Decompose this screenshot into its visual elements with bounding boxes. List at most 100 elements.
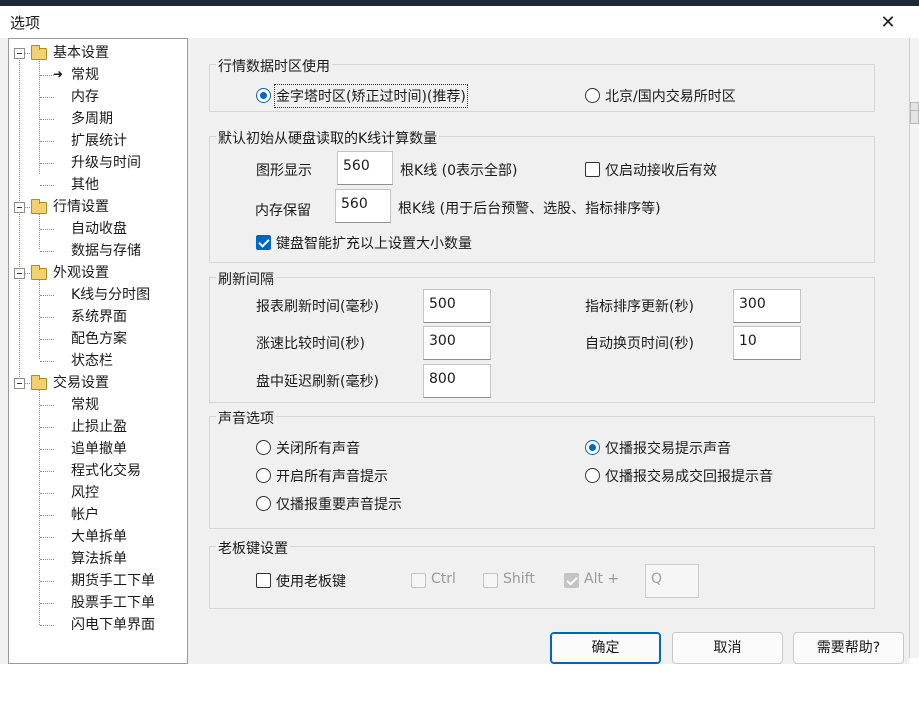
options-tree[interactable]: 基本设置 ➜ 常规 内存 多周期 扩展统计 升级与时间 其他 行情设置 自动收盘… <box>8 38 188 664</box>
tree-group-label: 行情设置 <box>53 199 109 215</box>
tree-item-chase-cancel[interactable]: 追单撤单 <box>71 438 127 460</box>
display-count-suffix: 根K线 (0表示全部) <box>400 163 518 179</box>
tree-group-trading[interactable]: 交易设置 <box>9 372 187 394</box>
tree-connector <box>40 97 54 98</box>
tree-item-stop-loss[interactable]: 止损止盈 <box>71 416 127 438</box>
timezone-beijing-label[interactable]: 北京/国内交易所时区 <box>605 86 736 106</box>
tree-connector <box>25 207 30 208</box>
tree-connector <box>40 361 54 362</box>
alt-checkbox[interactable] <box>564 573 579 588</box>
sound-off-all-label[interactable]: 关闭所有声音 <box>276 438 360 458</box>
tree-connector <box>40 405 54 406</box>
tree-item-upgrade-time[interactable]: 升级与时间 <box>71 152 141 174</box>
speed-compare-input[interactable]: 300 <box>423 326 491 360</box>
tree-connector <box>40 427 54 428</box>
report-refresh-input[interactable]: 500 <box>423 289 491 323</box>
sound-trade-only-label[interactable]: 仅播报交易提示声音 <box>605 438 731 458</box>
sound-trade-only-radio[interactable] <box>585 440 600 455</box>
tree-item-memory[interactable]: 内存 <box>71 86 99 108</box>
auto-expand-label[interactable]: 键盘智能扩充以上设置大小数量 <box>276 233 472 253</box>
tree-item-multi-period[interactable]: 多周期 <box>71 108 113 130</box>
tree-item-stock-manual[interactable]: 股票手工下单 <box>71 592 155 614</box>
tree-item-general[interactable]: 常规 <box>71 64 99 86</box>
tree-item-lightning-order[interactable]: 闪电下单界面 <box>71 614 155 636</box>
shift-checkbox[interactable] <box>483 573 498 588</box>
tree-group-basic[interactable]: 基本设置 <box>9 42 187 64</box>
boss-key-label[interactable]: 使用老板键 <box>276 571 346 591</box>
tree-connector <box>40 185 54 186</box>
tree-group-label: 外观设置 <box>53 265 109 281</box>
tree-connector <box>40 603 54 604</box>
timezone-pyramid-label[interactable]: 金字塔时区(矫正过时间)(推荐) <box>274 84 468 108</box>
tree-item-kline-chart[interactable]: K线与分时图 <box>71 284 150 306</box>
sound-on-all-label[interactable]: 开启所有声音提示 <box>276 466 388 486</box>
tree-item-data-storage[interactable]: 数据与存储 <box>71 240 141 262</box>
auto-page-label: 自动换页时间(秒) <box>585 336 694 352</box>
auto-page-input[interactable]: 10 <box>733 326 801 360</box>
tree-connector <box>40 229 54 230</box>
tree-item-risk-control[interactable]: 风控 <box>71 482 99 504</box>
display-count-input[interactable]: 560 <box>337 151 393 185</box>
memory-count-input[interactable]: 560 <box>335 189 391 223</box>
timezone-pyramid-radio[interactable] <box>256 88 271 103</box>
tree-group-market[interactable]: 行情设置 <box>9 196 187 218</box>
indicator-sort-input[interactable]: 300 <box>733 289 801 323</box>
sound-trade-fill-radio[interactable] <box>585 468 600 483</box>
timezone-group-title: 行情数据时区使用 <box>216 56 332 76</box>
tree-connector <box>40 339 54 340</box>
tree-connector <box>40 317 54 318</box>
tree-group-label: 交易设置 <box>53 375 109 391</box>
delay-refresh-input[interactable]: 800 <box>423 364 491 398</box>
tree-group-appearance[interactable]: 外观设置 <box>9 262 187 284</box>
boss-key-group-title: 老板键设置 <box>216 538 290 558</box>
ctrl-label[interactable]: Ctrl <box>431 571 456 587</box>
collapse-icon[interactable] <box>14 48 25 59</box>
settings-panel: 行情数据时区使用 金字塔时区(矫正过时间)(推荐) 北京/国内交易所时区 默认初… <box>189 38 909 664</box>
tree-item-auto-close[interactable]: 自动收盘 <box>71 218 127 240</box>
tree-item-extended-stats[interactable]: 扩展统计 <box>71 130 127 152</box>
boss-key-input[interactable]: Q <box>645 564 699 598</box>
tree-item-futures-manual[interactable]: 期货手工下单 <box>71 570 155 592</box>
ok-button[interactable]: 确定 <box>550 632 661 664</box>
tree-connector <box>25 383 30 384</box>
tree-item-trade-general[interactable]: 常规 <box>71 394 99 416</box>
sound-off-all-radio[interactable] <box>256 440 271 455</box>
tree-item-programmatic[interactable]: 程式化交易 <box>71 460 141 482</box>
tree-connector <box>40 119 54 120</box>
close-icon[interactable]: ✕ <box>879 12 897 33</box>
startup-only-label[interactable]: 仅启动接收后有效 <box>605 160 717 180</box>
tree-connector <box>40 581 54 582</box>
tree-item-status-bar[interactable]: 状态栏 <box>71 350 113 372</box>
sound-trade-fill-label[interactable]: 仅播报交易成交回报提示音 <box>605 466 773 486</box>
tree-item-color-scheme[interactable]: 配色方案 <box>71 328 127 350</box>
tree-connector <box>39 389 40 625</box>
startup-only-checkbox[interactable] <box>585 162 600 177</box>
sound-on-all-radio[interactable] <box>256 468 271 483</box>
indicator-sort-label: 指标排序更新(秒) <box>585 299 694 315</box>
tree-connector <box>40 251 54 252</box>
help-button[interactable]: 需要帮助? <box>793 632 904 664</box>
tree-connector <box>40 537 54 538</box>
sound-important-radio[interactable] <box>256 496 271 511</box>
tree-item-other[interactable]: 其他 <box>71 174 99 196</box>
auto-expand-checkbox[interactable] <box>256 235 271 250</box>
tree-item-system-ui[interactable]: 系统界面 <box>71 306 127 328</box>
cancel-button[interactable]: 取消 <box>672 632 783 664</box>
alt-label[interactable]: Alt + <box>584 571 619 587</box>
shift-label[interactable]: Shift <box>503 571 535 587</box>
collapse-icon[interactable] <box>14 268 25 279</box>
kline-group-title: 默认初始从硬盘读取的K线计算数量 <box>216 128 440 148</box>
sound-important-label[interactable]: 仅播报重要声音提示 <box>276 494 402 514</box>
collapse-icon[interactable] <box>14 378 25 389</box>
boss-key-checkbox[interactable] <box>256 573 271 588</box>
report-refresh-label: 报表刷新时间(毫秒) <box>256 299 379 315</box>
tree-item-algo-split[interactable]: 算法拆单 <box>71 548 127 570</box>
background-window-edge <box>909 38 919 658</box>
collapse-icon[interactable] <box>14 202 25 213</box>
ctrl-checkbox[interactable] <box>411 573 426 588</box>
tree-connector <box>40 625 54 626</box>
tree-item-account[interactable]: 帐户 <box>71 504 99 526</box>
timezone-beijing-radio[interactable] <box>585 88 600 103</box>
sound-group-title: 声音选项 <box>216 408 276 428</box>
tree-item-large-order-split[interactable]: 大单拆单 <box>71 526 127 548</box>
